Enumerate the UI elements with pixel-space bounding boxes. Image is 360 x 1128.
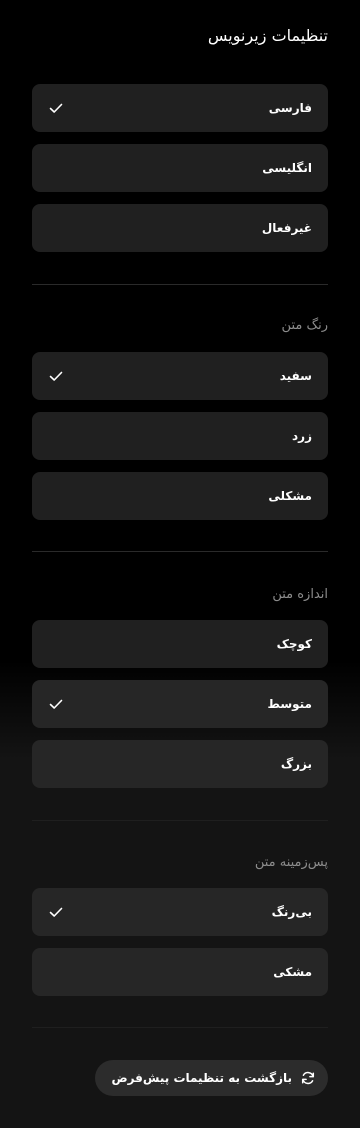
section-divider <box>32 1027 328 1028</box>
option-label: کوچک <box>276 637 312 651</box>
option-language-english[interactable]: انگلیسی <box>32 144 328 192</box>
reset-button-label: بازگشت به تنظیمات پیش‌فرض <box>111 1071 292 1085</box>
option-label: بزرگ <box>280 757 312 771</box>
option-label: مشکی <box>273 965 312 979</box>
option-label: فارسی <box>268 101 312 115</box>
subtitle-settings-panel: تنظیمات زیرنویس فارسی انگلیسی غیرفعال رن… <box>0 0 360 1128</box>
refresh-icon <box>300 1070 316 1086</box>
option-label: زرد <box>292 429 312 443</box>
section-divider <box>32 551 328 552</box>
option-size-large[interactable]: بزرگ <box>32 740 328 788</box>
section-divider <box>32 820 328 821</box>
option-size-small[interactable]: کوچک <box>32 620 328 668</box>
section-label-text-size: اندازه متن <box>272 587 328 602</box>
check-icon <box>48 904 64 920</box>
page-title: تنظیمات زیرنویس <box>207 26 328 45</box>
option-label: انگلیسی <box>262 161 312 175</box>
option-size-medium[interactable]: متوسط <box>32 680 328 728</box>
option-color-white[interactable]: سفید <box>32 352 328 400</box>
option-label: غیرفعال <box>261 221 312 235</box>
option-background-black[interactable]: مشکی <box>32 948 328 996</box>
check-icon <box>48 100 64 116</box>
option-color-black[interactable]: مشکلی <box>32 472 328 520</box>
section-divider <box>32 284 328 285</box>
option-label: مشکلی <box>268 489 312 503</box>
section-label-text-color: رنگ متن <box>281 318 328 333</box>
reset-defaults-button[interactable]: بازگشت به تنظیمات پیش‌فرض <box>95 1060 328 1096</box>
section-label-text-background: پس‌زمینه متن <box>254 855 328 870</box>
check-icon <box>48 368 64 384</box>
check-icon <box>48 696 64 712</box>
option-color-yellow[interactable]: زرد <box>32 412 328 460</box>
option-language-farsi[interactable]: فارسی <box>32 84 328 132</box>
option-background-none[interactable]: بی‌رنگ <box>32 888 328 936</box>
option-label: سفید <box>279 369 312 383</box>
option-language-off[interactable]: غیرفعال <box>32 204 328 252</box>
option-label: بی‌رنگ <box>271 905 312 919</box>
option-label: متوسط <box>267 697 312 711</box>
